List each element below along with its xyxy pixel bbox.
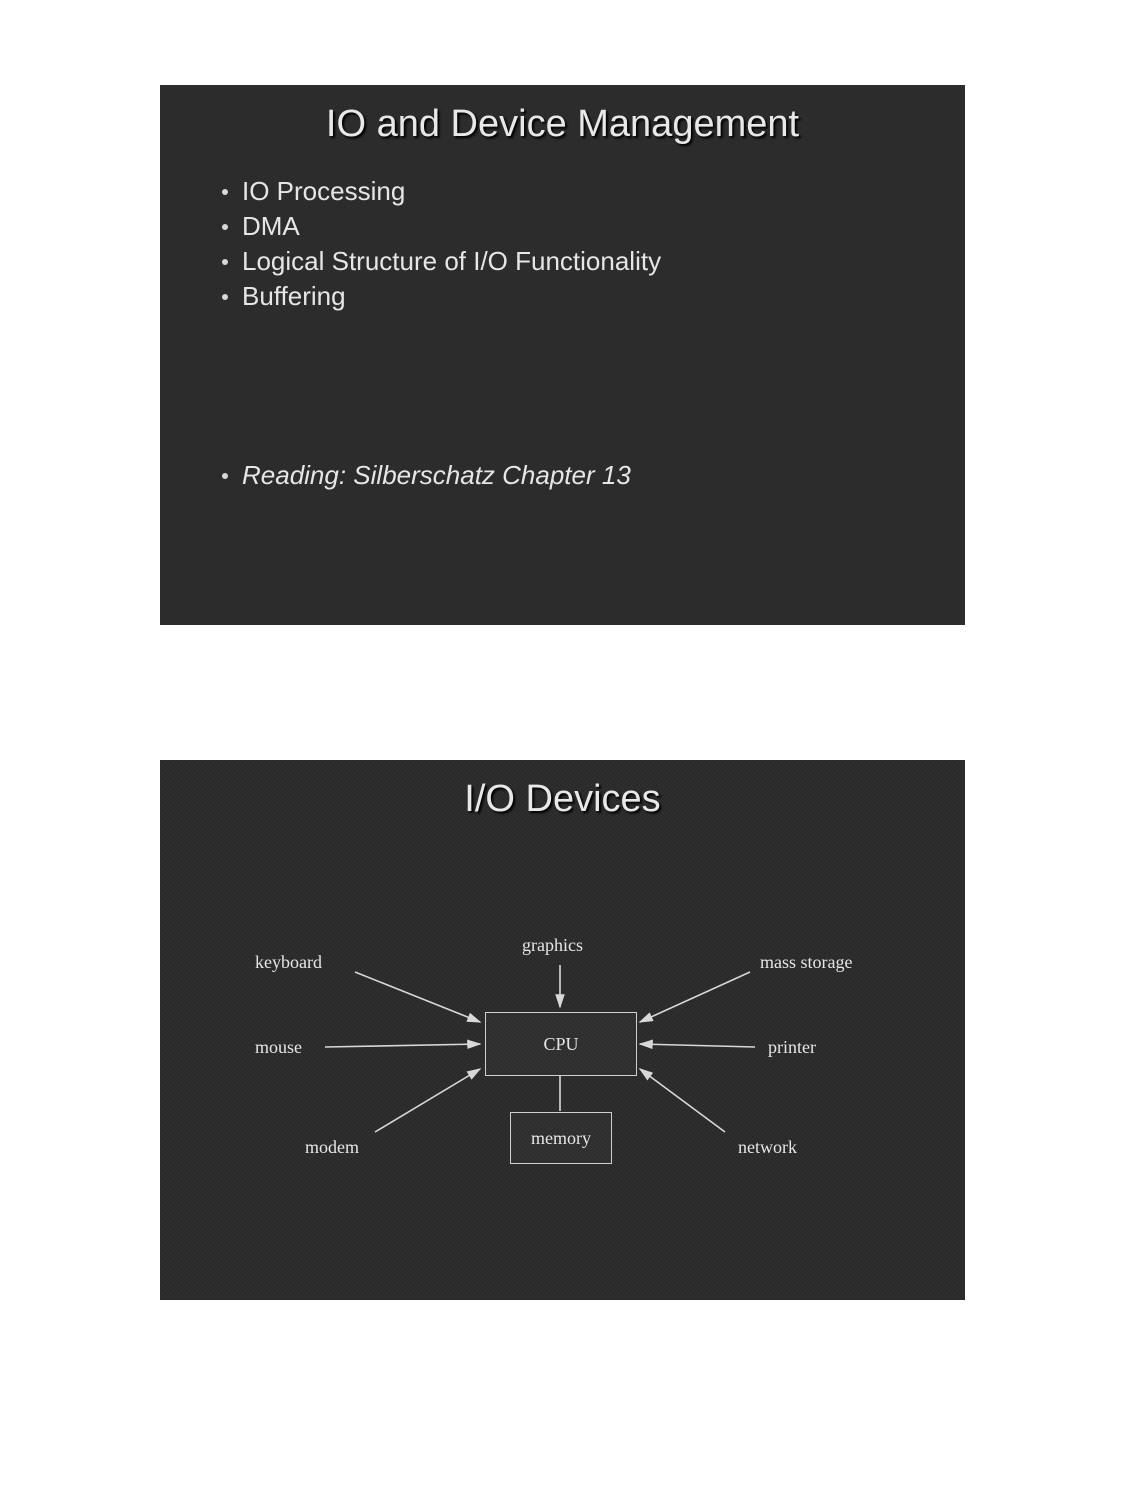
label-modem: modem xyxy=(305,1137,359,1158)
slide-1: IO and Device Management IO Processing D… xyxy=(160,85,965,625)
bullet-text: DMA xyxy=(242,211,300,242)
slide-1-bullets: IO Processing DMA Logical Structure of I… xyxy=(160,162,965,312)
page: IO and Device Management IO Processing D… xyxy=(0,0,1125,1500)
bullet-row: IO Processing xyxy=(222,176,905,207)
memory-box: memory xyxy=(510,1112,612,1164)
bullet-row: Logical Structure of I/O Functionality xyxy=(222,246,905,277)
bullet-text: Logical Structure of I/O Functionality xyxy=(242,246,661,277)
cpu-box: CPU xyxy=(485,1012,637,1076)
label-graphics: graphics xyxy=(522,935,583,956)
bullet-icon xyxy=(222,224,228,230)
slide-2: I/O Devices xyxy=(160,760,965,1300)
label-mouse: mouse xyxy=(255,1037,302,1058)
bullet-icon xyxy=(222,473,228,479)
label-keyboard: keyboard xyxy=(255,952,322,973)
bullet-text: IO Processing xyxy=(242,176,405,207)
bullet-row: Buffering xyxy=(222,281,905,312)
bullet-text: Buffering xyxy=(242,281,346,312)
label-printer: printer xyxy=(768,1037,816,1058)
bullet-row: DMA xyxy=(222,211,905,242)
bullet-icon xyxy=(222,189,228,195)
slide-1-title: IO and Device Management xyxy=(160,85,965,162)
reading-row: Reading: Silberschatz Chapter 13 xyxy=(160,460,965,491)
io-devices-diagram: CPU memory keyboard mouse modem graphics… xyxy=(160,837,965,1267)
label-network: network xyxy=(738,1137,797,1158)
bullet-icon xyxy=(222,259,228,265)
reading-text: Reading: Silberschatz Chapter 13 xyxy=(242,460,631,491)
label-mass-storage: mass storage xyxy=(760,952,852,973)
bullet-icon xyxy=(222,294,228,300)
slide-2-title: I/O Devices xyxy=(160,760,965,837)
